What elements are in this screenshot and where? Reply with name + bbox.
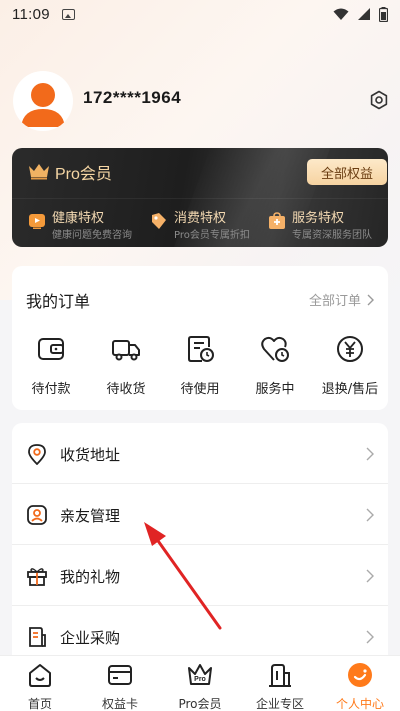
wifi-icon bbox=[333, 8, 349, 20]
battery-icon bbox=[379, 6, 388, 22]
svg-text:Pro: Pro bbox=[194, 676, 206, 683]
order-label: 待付款 bbox=[31, 382, 71, 397]
avatar[interactable] bbox=[13, 71, 73, 131]
order-refund[interactable]: 退换/售后 bbox=[315, 334, 385, 397]
user-phone[interactable]: 172****1964 bbox=[83, 88, 181, 108]
nav-profile[interactable]: 个人中心 bbox=[320, 662, 400, 711]
wallet-icon bbox=[38, 338, 64, 360]
orders-title: 我的订单 bbox=[26, 292, 91, 311]
home-icon bbox=[29, 664, 51, 687]
location-pin-icon bbox=[28, 444, 46, 465]
nav-enterprise[interactable]: 企业专区 bbox=[240, 662, 320, 711]
status-time: 11:09 bbox=[12, 5, 50, 23]
heart-clock-icon bbox=[261, 336, 289, 362]
profile-icon bbox=[348, 663, 372, 687]
all-orders-link[interactable]: 全部订单 bbox=[309, 290, 374, 309]
pro-crown-icon: Pro bbox=[188, 664, 212, 685]
gift-icon bbox=[27, 568, 47, 586]
order-in-service[interactable]: 服务中 bbox=[240, 334, 310, 397]
benefit-subtitle: Pro会员专属折扣 bbox=[174, 230, 250, 241]
chevron-right-icon bbox=[367, 294, 374, 305]
nav-label: 首页 bbox=[27, 697, 52, 711]
nav-rights-card[interactable]: 权益卡 bbox=[80, 662, 160, 711]
order-label: 退换/售后 bbox=[321, 382, 379, 397]
order-pending-receipt[interactable]: 待收货 bbox=[91, 334, 161, 397]
chevron-right-icon bbox=[366, 630, 374, 644]
user-avatar-icon bbox=[21, 83, 65, 127]
order-label: 服务中 bbox=[255, 382, 295, 397]
bottom-navigation: 首页 权益卡 Pro Pro会员 企业专区 个人中心 bbox=[0, 655, 400, 711]
chevron-right-icon bbox=[366, 447, 374, 461]
nav-label: 个人中心 bbox=[335, 697, 384, 711]
benefit-title: 服务特权 bbox=[292, 211, 345, 226]
service-bag-icon bbox=[269, 212, 285, 229]
nav-pro[interactable]: Pro Pro会员 bbox=[160, 662, 240, 711]
all-rights-button[interactable]: 全部权益 bbox=[307, 159, 387, 185]
order-pending-payment[interactable]: 待付款 bbox=[16, 334, 86, 397]
order-label: 待收货 bbox=[106, 382, 146, 397]
crown-icon bbox=[29, 164, 49, 180]
chevron-right-icon bbox=[366, 508, 374, 522]
benefit-title: 消费特权 bbox=[174, 211, 227, 226]
enterprise-doc-icon bbox=[29, 627, 46, 647]
status-icons bbox=[333, 6, 388, 22]
ticket-clock-icon bbox=[188, 336, 214, 362]
menu-label: 我的礼物 bbox=[60, 568, 121, 586]
status-bar: 11:09 bbox=[0, 0, 400, 28]
chevron-right-icon bbox=[366, 569, 374, 583]
nav-label: 企业专区 bbox=[255, 697, 304, 711]
nav-home[interactable]: 首页 bbox=[0, 662, 80, 711]
enterprise-icon bbox=[269, 664, 291, 687]
order-label: 待使用 bbox=[180, 382, 220, 397]
menu-label: 亲友管理 bbox=[60, 507, 121, 525]
menu-item-family[interactable]: 亲友管理 bbox=[12, 484, 388, 545]
benefit-subtitle: 健康问题免费咨询 bbox=[52, 230, 132, 241]
image-notification-icon bbox=[61, 8, 75, 20]
family-user-icon bbox=[27, 505, 47, 525]
price-tag-icon bbox=[152, 213, 166, 229]
truck-icon bbox=[112, 340, 140, 361]
yen-refund-icon bbox=[337, 336, 363, 362]
settings-icon[interactable] bbox=[369, 90, 389, 110]
benefit-subtitle: 专属资深服务团队 bbox=[292, 230, 372, 241]
menu-card: 收货地址 亲友管理 我的礼物 企业采购 bbox=[12, 423, 388, 663]
menu-label: 收货地址 bbox=[60, 446, 121, 464]
menu-label: 企业采购 bbox=[60, 629, 121, 647]
orders-card: 我的订单 全部订单 待付款 待收货 待使用 服务中 退换/售后 bbox=[12, 266, 388, 410]
divider bbox=[12, 198, 388, 199]
pro-title: Pro会员 bbox=[55, 166, 112, 183]
menu-item-gift[interactable]: 我的礼物 bbox=[12, 545, 388, 606]
signal-icon bbox=[358, 8, 370, 20]
benefit-title: 健康特权 bbox=[52, 211, 105, 226]
menu-item-address[interactable]: 收货地址 bbox=[12, 423, 388, 484]
order-pending-use[interactable]: 待使用 bbox=[165, 334, 235, 397]
pro-membership-card[interactable]: Pro会员 全部权益 健康特权 健康问题免费咨询 消费特权 Pro会员专属折扣 … bbox=[12, 148, 388, 247]
nav-label: Pro会员 bbox=[178, 697, 222, 711]
health-play-icon bbox=[29, 214, 45, 229]
nav-label: 权益卡 bbox=[101, 697, 138, 711]
card-icon bbox=[108, 665, 132, 685]
all-orders-label: 全部订单 bbox=[308, 294, 361, 309]
